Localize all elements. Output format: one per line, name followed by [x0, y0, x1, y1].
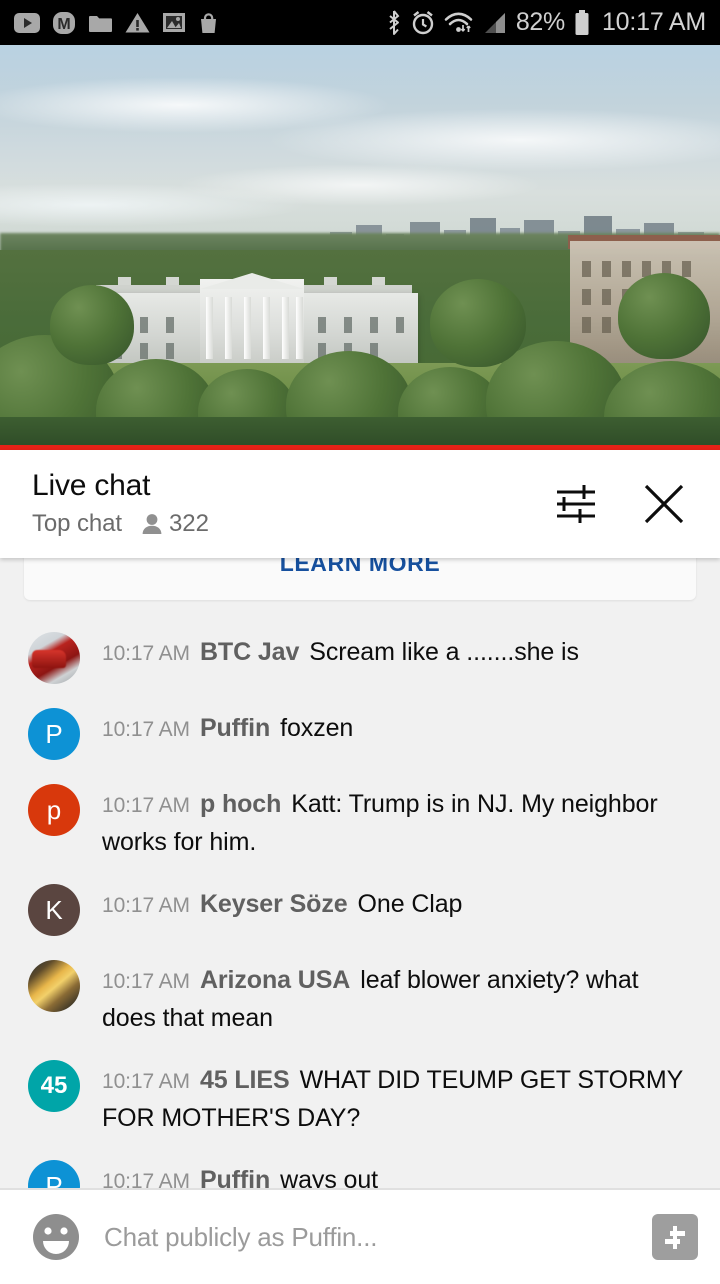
- message-author[interactable]: Puffin: [200, 714, 270, 742]
- status-bar-system-icons: 82% 10:17 AM: [386, 8, 706, 37]
- wifi-icon: [444, 11, 473, 35]
- avatar[interactable]: [28, 632, 80, 684]
- message-timestamp: 10:17 AM: [102, 970, 190, 993]
- message-timestamp: 10:17 AM: [102, 1070, 190, 1093]
- chat-message-body: 10:17 AM 45 LIES WHAT DID TEUMP GET STORMY…: [102, 1058, 688, 1136]
- battery-icon: [574, 9, 590, 36]
- chat-messages-container: 10:17 AM BTC Jav Scream like a .......she …: [0, 630, 720, 1188]
- person-icon: [142, 514, 162, 535]
- live-chat-header-actions: [552, 480, 696, 528]
- live-chat-subheader: Top chat 322: [32, 510, 552, 538]
- message-text: One Clap: [357, 890, 463, 918]
- emoji-smiley-icon[interactable]: [30, 1211, 82, 1263]
- status-bar: M 82% 10:17 AM: [0, 0, 720, 45]
- warning-triangle-icon: [125, 12, 150, 33]
- chat-message-row[interactable]: p 10:17 AM p hoch Katt: Trump is in NJ. My …: [0, 782, 706, 860]
- message-author[interactable]: 45 LIES: [200, 1066, 290, 1094]
- message-author[interactable]: Keyser Söze: [200, 890, 348, 918]
- avatar[interactable]: K: [28, 884, 80, 936]
- bluetooth-icon: [386, 10, 402, 35]
- chat-message-body: 10:17 AM Puffin foxzen: [102, 706, 353, 748]
- close-x-icon[interactable]: [640, 480, 688, 528]
- learn-more-link[interactable]: LEARN MORE: [280, 558, 441, 577]
- chat-message-body: 10:17 AM p hoch Katt: Trump is in NJ. My n…: [102, 782, 688, 860]
- message-text: Scream like a .......she is: [309, 638, 579, 666]
- viewer-count: 322: [168, 510, 209, 538]
- dollar-bill-icon[interactable]: [652, 1214, 698, 1260]
- status-bar-clock: 10:17 AM: [601, 8, 706, 36]
- viewer-count-group: 322: [141, 510, 209, 538]
- chat-input[interactable]: [104, 1221, 638, 1253]
- chat-message-body: 10:17 AM Keyser Söze One Clap: [102, 882, 462, 924]
- avatar[interactable]: 45: [28, 1060, 80, 1112]
- status-bar-notification-icons: M: [14, 11, 219, 35]
- chat-message-body: 10:17 AM Arizona USA leaf blower anxiety? …: [102, 958, 688, 1036]
- chat-message-body: 10:17 AM BTC Jav Scream like a .......she …: [102, 630, 579, 672]
- live-chat-message-list[interactable]: LEARN MORE 10:17 AM BTC Jav Scream like a …: [0, 558, 720, 1188]
- battery-percent-label: 82%: [515, 8, 565, 36]
- message-author[interactable]: p hoch: [200, 790, 281, 818]
- message-author[interactable]: Puffin: [200, 1166, 270, 1188]
- m-badge-icon: M: [52, 11, 76, 35]
- svg-text:M: M: [57, 16, 70, 33]
- shopping-bag-icon: [198, 12, 219, 34]
- chat-message-row[interactable]: 10:17 AM BTC Jav Scream like a .......she …: [0, 630, 706, 684]
- avatar[interactable]: p: [28, 784, 80, 836]
- page-title: Live chat: [32, 468, 151, 502]
- chat-message-body: 10:17 AM Puffin ways out: [102, 1158, 378, 1188]
- avatar[interactable]: [28, 960, 80, 1012]
- avatar[interactable]: P: [28, 1160, 80, 1188]
- alarm-clock-icon: [411, 10, 435, 35]
- photo-icon: [162, 12, 186, 33]
- avatar[interactable]: P: [28, 708, 80, 760]
- chat-message-row[interactable]: K 10:17 AM Keyser Söze One Clap: [0, 882, 706, 936]
- pinned-banner-card[interactable]: LEARN MORE: [24, 558, 696, 600]
- message-author[interactable]: BTC Jav: [200, 638, 299, 666]
- message-author[interactable]: Arizona USA: [200, 966, 350, 994]
- chat-input-bar: [0, 1190, 720, 1284]
- message-text: ways out: [280, 1166, 379, 1188]
- chat-message-row[interactable]: P 10:17 AM Puffin foxzen: [0, 706, 706, 760]
- chat-message-row[interactable]: P 10:17 AM Puffin ways out: [0, 1158, 706, 1188]
- video-player[interactable]: [0, 45, 720, 450]
- message-timestamp: 10:17 AM: [102, 894, 190, 917]
- message-text: foxzen: [280, 714, 354, 742]
- message-timestamp: 10:17 AM: [102, 718, 190, 741]
- cellular-signal-icon: [482, 11, 507, 35]
- chat-message-row[interactable]: 10:17 AM Arizona USA leaf blower anxiety? …: [0, 958, 706, 1036]
- live-chat-header-text: Live chat Top chat 322: [32, 470, 552, 539]
- live-chat-header: Live chat Top chat 322: [0, 450, 720, 558]
- message-timestamp: 10:17 AM: [102, 642, 190, 665]
- chat-message-row[interactable]: 45 10:17 AM 45 LIES WHAT DID TEUMP GET STOR…: [0, 1058, 706, 1136]
- youtube-icon: [14, 12, 40, 33]
- message-timestamp: 10:17 AM: [102, 794, 190, 817]
- message-timestamp: 10:17 AM: [102, 1170, 190, 1188]
- chat-mode-label[interactable]: Top chat: [32, 510, 122, 538]
- folder-icon: [88, 13, 113, 33]
- tune-sliders-icon[interactable]: [552, 480, 600, 528]
